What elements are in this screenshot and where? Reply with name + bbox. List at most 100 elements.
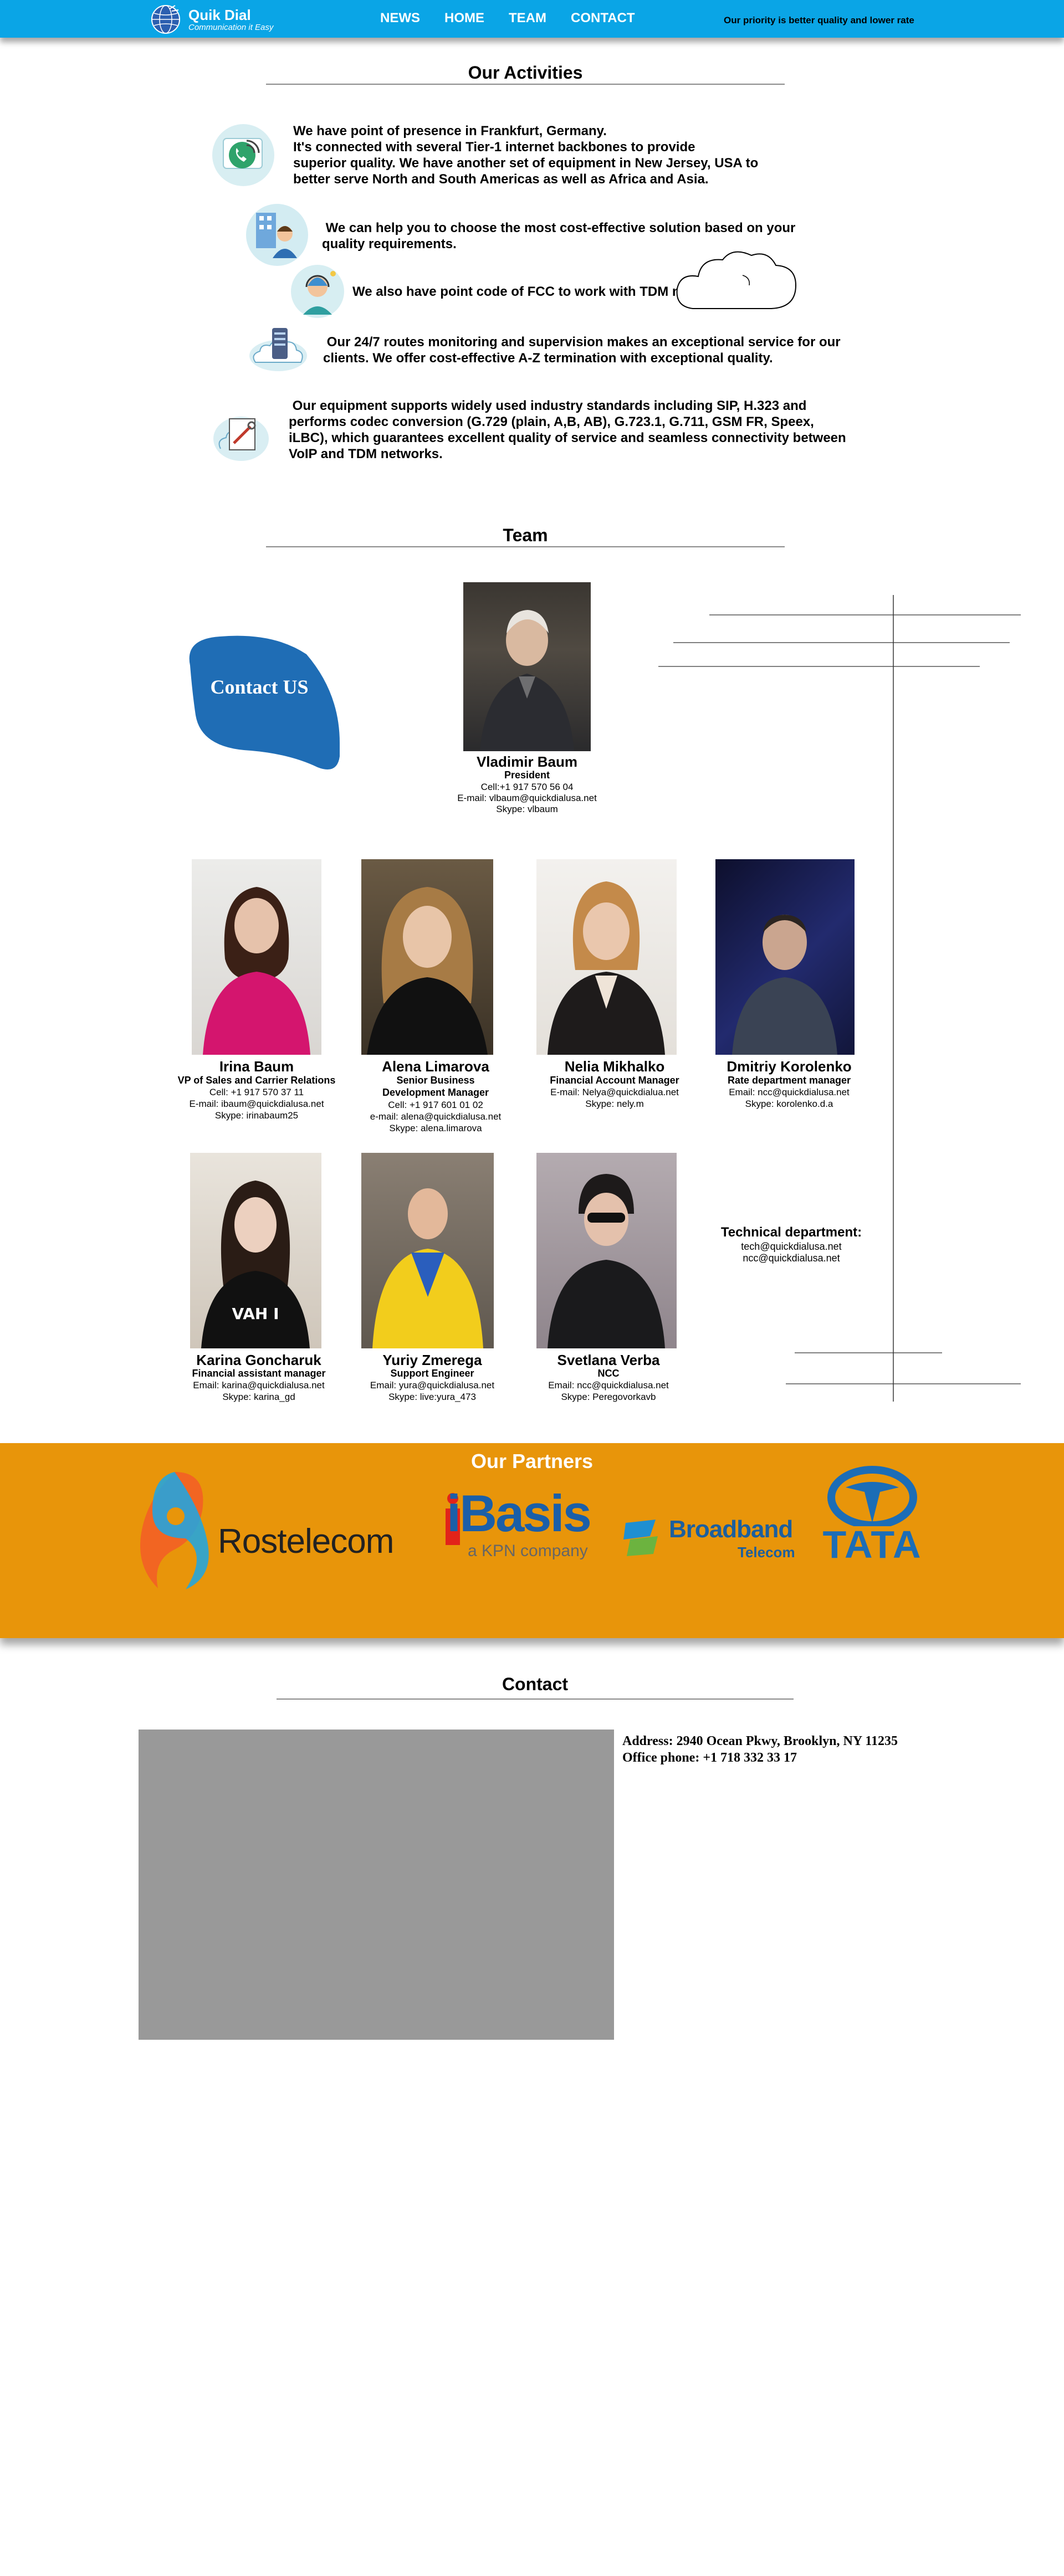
person-silhouette-icon — [548, 1174, 665, 1348]
phone-wifi-icon — [212, 124, 274, 186]
tech-email[interactable]: tech@quickdialusa.net — [703, 1241, 880, 1253]
person-silhouette-icon — [548, 881, 665, 1055]
partner-ibasis[interactable]: iBasis a KPN company — [442, 1487, 592, 1571]
member-phone: Cell: +1 917 601 01 02 — [388, 1100, 483, 1110]
map-placeholder[interactable] — [139, 1730, 614, 2040]
tata-wordmark: TATA — [822, 1523, 922, 1566]
member-skype: Skype: irinabaum25 — [214, 1110, 299, 1121]
member-email[interactable]: Email: yura@quickdialusa.net — [341, 1380, 524, 1391]
partner-broadband-telecom[interactable]: Broadband Telecom — [622, 1514, 800, 1569]
tools-icon — [213, 417, 269, 461]
member-name: Svetlana Verba — [557, 1352, 660, 1368]
svg-text:VAH I: VAH I — [232, 1305, 279, 1323]
cloud-server-icon — [249, 328, 307, 371]
activities-divider — [266, 84, 785, 85]
member-name: Vladimir Baum — [476, 753, 578, 770]
nav-home[interactable]: HOME — [444, 11, 484, 25]
contact-us-button[interactable]: Contact US — [179, 632, 340, 772]
main-nav: NEWS HOME TEAM CONTACT — [380, 11, 635, 25]
member-skype: Skype: Peregovorkavb — [561, 1392, 656, 1402]
photo-nelia-mikhalko — [536, 859, 677, 1055]
consultant-icon — [246, 204, 308, 266]
ncc-email[interactable]: ncc@quickdialusa.net — [703, 1253, 880, 1264]
broadband-word: Broadband — [669, 1516, 793, 1543]
office-phone-text: Office phone: +1 718 332 33 17 — [622, 1751, 797, 1765]
member-email[interactable]: E-mail: Nelya@quickdialua.net — [523, 1087, 706, 1098]
member-name: Alena Limarova — [382, 1058, 489, 1075]
brand-name[interactable]: Quik Dial — [188, 8, 251, 22]
person-silhouette-icon — [203, 887, 310, 1055]
member-email[interactable]: Email: karina@quickdialusa.net — [167, 1380, 350, 1391]
member-role: Financial assistant manager — [192, 1368, 326, 1379]
tech-department-title: Technical department: — [720, 1225, 862, 1240]
member-phone: Cell: +1 917 570 37 11 — [209, 1087, 304, 1097]
member-name: Irina Baum — [219, 1058, 294, 1075]
operator-icon — [291, 265, 344, 318]
partner-rostelecom[interactable]: Rostelecom — [136, 1466, 407, 1594]
activity-text-5: Our equipment supports widely used indus… — [289, 398, 846, 461]
contact-us-label: Contact US — [210, 676, 309, 698]
person-silhouette-icon: VAH I — [201, 1181, 310, 1348]
broadband-wordmark: Broadband — [669, 1516, 793, 1543]
ibasis-subtitle: a KPN company — [468, 1542, 588, 1560]
member-email[interactable]: E-mail: ibaum@quickdialusa.net — [160, 1099, 354, 1110]
rostelecom-wordmark: Rostelecom — [218, 1522, 394, 1561]
top-navigation-bar: Quik Dial Communication it Easy NEWS HOM… — [0, 0, 1064, 38]
member-role: Financial Account Manager — [550, 1075, 679, 1086]
rostelecom-logo — [140, 1472, 209, 1589]
broadband-telecom-logo — [623, 1520, 658, 1556]
member-role: VP of Sales and Carrier Relations — [177, 1075, 336, 1086]
member-name: Karina Goncharuk — [196, 1352, 321, 1368]
person-silhouette-icon — [367, 887, 488, 1055]
member-role: President — [504, 769, 550, 781]
member-email[interactable]: Email: ncc@quickdialusa.net — [698, 1087, 881, 1098]
partners-band: Our Partners Rostelecom iBasis a KPN com… — [0, 1443, 1064, 1638]
header-slogan: Our priority is better quality and lower… — [724, 15, 914, 25]
member-name: Nelia Mikhalko — [564, 1058, 665, 1075]
member-email[interactable]: E-mail: vlbaum@quickdialusa.net — [436, 793, 618, 804]
decorative-lines — [658, 595, 1021, 1402]
contact-divider — [277, 1698, 794, 1700]
photo-vladimir-baum — [463, 582, 591, 751]
photo-irina-baum — [192, 859, 321, 1055]
photo-alena-limarova — [361, 859, 493, 1055]
nav-team[interactable]: TEAM — [509, 11, 546, 25]
brand-tagline: Communication it Easy — [188, 23, 274, 32]
member-skype: Skype: live:yura_473 — [388, 1392, 476, 1402]
member-phone: Cell:+1 917 570 56 04 — [480, 782, 574, 792]
member-role: NCC — [597, 1368, 620, 1379]
member-role: Senior Business — [396, 1075, 475, 1086]
activity-text-4: Our 24/7 routes monitoring and supervisi… — [323, 335, 841, 366]
member-skype: Skype: nely.m — [585, 1099, 644, 1109]
nav-news[interactable]: NEWS — [380, 11, 420, 25]
person-silhouette-icon — [372, 1188, 483, 1348]
broadband-subtitle: Telecom — [738, 1544, 795, 1561]
photo-yuriy-zmerega — [361, 1153, 494, 1348]
member-skype: Skype: vlbaum — [496, 804, 558, 814]
team-title: Team — [503, 525, 548, 545]
activities-title: Our Activities — [468, 63, 583, 83]
member-role: Support Engineer — [390, 1368, 474, 1379]
member-name: Yuriy Zmerega — [382, 1352, 482, 1368]
globe-logo-icon[interactable] — [150, 3, 182, 35]
photo-karina-goncharuk: VAH I — [190, 1153, 321, 1348]
member-email[interactable]: e-mail: alena@quickdialusa.net — [344, 1111, 527, 1122]
member-skype: Skype: karina_gd — [222, 1392, 295, 1402]
member-role: Development Manager — [382, 1087, 489, 1098]
nav-contact[interactable]: CONTACT — [571, 11, 635, 25]
member-role: Rate department manager — [727, 1075, 851, 1086]
ibasis-wordmark: iBasis — [447, 1484, 592, 1542]
member-email[interactable]: Email: ncc@quickdialusa.net — [517, 1380, 700, 1391]
person-silhouette-icon — [480, 610, 574, 751]
partner-tata[interactable]: TATA — [818, 1465, 927, 1571]
team-divider — [266, 546, 785, 547]
member-skype: Skype: alena.limarova — [389, 1123, 482, 1133]
person-silhouette-icon — [732, 915, 837, 1055]
member-name: Dmitriy Korolenko — [727, 1058, 852, 1075]
member-skype: Skype: korolenko.d.a — [745, 1099, 833, 1109]
activity-text-1: We have point of presence in Frankfurt, … — [293, 124, 759, 187]
address-text: Address: 2940 Ocean Pkwy, Brooklyn, NY 1… — [622, 1734, 898, 1748]
contact-title: Contact — [502, 1674, 569, 1694]
photo-dmitriy-korolenko — [715, 859, 855, 1055]
tata-logo — [827, 1466, 917, 1526]
